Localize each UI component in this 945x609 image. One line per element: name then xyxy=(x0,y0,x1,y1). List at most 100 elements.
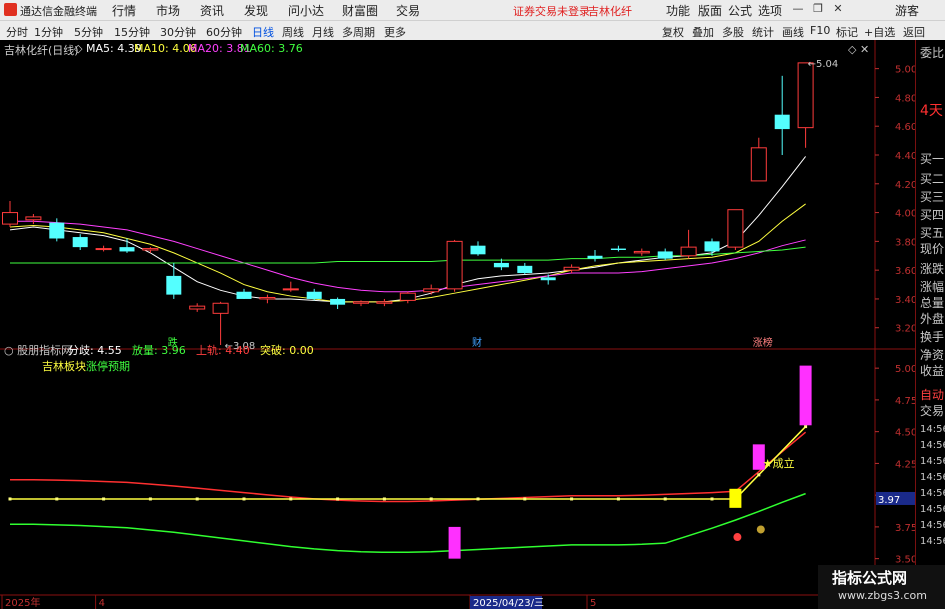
side-item-21: 14:56 xyxy=(920,488,945,499)
overlay-button[interactable]: 叠加 xyxy=(692,24,714,40)
candle-body xyxy=(306,291,322,299)
period-weekly[interactable]: 周线 xyxy=(282,24,304,40)
indicator-subtitle-2: 涨停预期 xyxy=(86,359,130,373)
menu-wealth[interactable]: 财富圈 xyxy=(342,2,378,19)
price-tick-label: 4.20 xyxy=(895,180,915,191)
kline-chart[interactable]: 5.00 4.80 4.60 4.40 4.20 4.00 3.80 3.60 3.40 3.20… xyxy=(0,40,915,609)
side-item-16: 交易 xyxy=(920,404,945,418)
date-label: 4 xyxy=(99,598,105,609)
date-label: 5 xyxy=(590,598,596,609)
price-tick-label: 3.40 xyxy=(895,295,915,306)
candle-body xyxy=(282,288,299,291)
period-daily[interactable]: 日线 xyxy=(252,24,274,40)
ma60-label: MA60: 3.76 xyxy=(240,42,303,55)
menu-options[interactable]: 选项 xyxy=(758,2,782,19)
period-5min[interactable]: 5分钟 xyxy=(74,24,103,40)
menu-layout[interactable]: 版面 xyxy=(698,2,722,19)
candle-body xyxy=(680,246,697,257)
menu-trade[interactable]: 交易 xyxy=(396,2,420,19)
menu-ask[interactable]: 问小达 xyxy=(288,2,324,19)
period-30min[interactable]: 30分钟 xyxy=(160,24,196,40)
adjust-button[interactable]: 复权 xyxy=(662,24,684,40)
candle-body xyxy=(704,241,720,252)
side-item-17: 14:56 xyxy=(920,424,945,435)
candle-body xyxy=(189,305,206,310)
divergence-point xyxy=(757,473,761,477)
candle-body xyxy=(797,62,814,129)
menu-news[interactable]: 资讯 xyxy=(200,2,224,19)
side-item-19: 14:56 xyxy=(920,456,945,467)
indicator-subtitle: 吉林板块 xyxy=(42,359,86,373)
event-tag: 财 xyxy=(472,336,482,349)
ind-tick-label: 4.75 xyxy=(895,396,915,407)
menu-quotes[interactable]: 行情 xyxy=(112,2,136,19)
side-item-20: 14:56 xyxy=(920,472,945,483)
period-more[interactable]: 更多 xyxy=(384,24,406,40)
indicator-value-2: 上轨: 4.40 xyxy=(196,343,250,357)
side-item-18: 14:56 xyxy=(920,440,945,451)
back-button[interactable]: 返回 xyxy=(903,24,925,40)
ind-tick-label: 3.50 xyxy=(895,555,915,566)
multi-stock-button[interactable]: 多股 xyxy=(722,24,744,40)
divergence-point xyxy=(710,497,714,501)
minimize-icon[interactable]: — xyxy=(792,3,804,15)
ma-line-ma20 xyxy=(10,220,806,293)
candle-body xyxy=(446,240,463,290)
price-tick-label: 4.80 xyxy=(895,93,915,104)
side-item-2: 买一 xyxy=(920,152,945,166)
watermark-title: 指标公式网 xyxy=(832,569,908,587)
date-label: 2025年 xyxy=(5,596,40,609)
divergence-point xyxy=(476,497,480,501)
period-multi[interactable]: 多周期 xyxy=(342,24,375,40)
menu-functions[interactable]: 功能 xyxy=(666,2,690,19)
restore-icon[interactable]: ❐ xyxy=(812,3,824,15)
period-tick[interactable]: 分时 xyxy=(6,24,28,40)
divergence-point xyxy=(195,497,199,501)
divergence-point xyxy=(663,497,667,501)
side-item-22: 14:56 xyxy=(920,504,945,515)
menu-formula[interactable]: 公式 xyxy=(728,2,752,19)
candle-body xyxy=(119,247,135,252)
ma-line-ma5 xyxy=(9,156,806,303)
add-favorite-button[interactable]: +自选 xyxy=(864,24,895,40)
period-60min[interactable]: 60分钟 xyxy=(206,24,242,40)
period-15min[interactable]: 15分钟 xyxy=(114,24,150,40)
quote-side-panel: 委比 4天买一买二买三买四买五现价涨跌涨幅总量外盘换手净资收益自动交易 14:56 1… xyxy=(915,40,945,609)
stats-button[interactable]: 统计 xyxy=(752,24,774,40)
login-notice[interactable]: 证券交易未登录 xyxy=(513,3,590,19)
ind-tick-label: 4.25 xyxy=(895,459,915,470)
candle-body xyxy=(2,212,18,225)
candle-body xyxy=(259,297,276,300)
indicator-value-3: 突破: 0.00 xyxy=(260,343,314,357)
divergence-point xyxy=(804,425,808,429)
close-icon[interactable]: ✕ xyxy=(832,3,844,15)
indicator-value-0: 分歧: 4.55 xyxy=(68,344,122,357)
candle-body xyxy=(470,245,486,255)
user-guest[interactable]: 游客 xyxy=(895,2,919,19)
ind-tick-label: 3.75 xyxy=(895,523,915,534)
menu-market[interactable]: 市场 xyxy=(156,2,180,19)
price-tick-label: 3.20 xyxy=(895,324,915,335)
draw-button[interactable]: 画线 xyxy=(782,24,804,40)
mark-button[interactable]: 标记 xyxy=(836,24,858,40)
candle-body xyxy=(493,262,509,268)
main-info-line: 吉林化纤(日线) ◇ MA5: 4.39 MA10: 4.06 MA20: 3.… xyxy=(0,40,915,57)
price-tick-label: 4.40 xyxy=(895,151,915,162)
dropdown-icon[interactable]: ◇ xyxy=(74,42,82,55)
stock-link[interactable]: 吉林化纤 xyxy=(588,3,632,19)
divergence-point xyxy=(523,497,527,501)
side-item-1: 4天 xyxy=(920,103,943,119)
f10-button[interactable]: F10 xyxy=(810,24,830,37)
menu-discover[interactable]: 发现 xyxy=(244,2,268,19)
upper-band-line xyxy=(10,431,807,503)
candle-body xyxy=(236,291,252,299)
side-item-11: 外盘 xyxy=(920,312,945,326)
period-1min[interactable]: 1分钟 xyxy=(34,24,63,40)
side-item-23: 14:56 xyxy=(920,520,945,531)
divergence-point xyxy=(102,497,106,501)
period-monthly[interactable]: 月线 xyxy=(312,24,334,40)
side-item-8: 涨跌 xyxy=(920,262,945,276)
candle-body xyxy=(25,216,42,221)
divergence-point xyxy=(55,497,59,501)
side-item-15: 自动 xyxy=(920,388,945,402)
